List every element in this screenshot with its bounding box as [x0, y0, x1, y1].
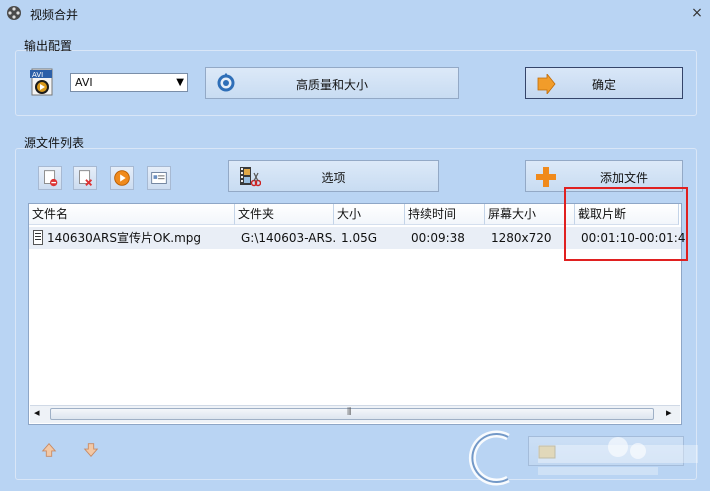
quality-size-button[interactable]: 高质量和大小: [205, 67, 459, 99]
site-watermark-logo: [468, 430, 698, 486]
film-reel-icon: [7, 6, 21, 20]
quality-size-label: 高质量和大小: [295, 78, 368, 92]
highlight-box: [564, 187, 688, 261]
doc-delete-icon: [79, 170, 93, 186]
horizontal-scrollbar[interactable]: ◂ ⦀ ▸: [30, 405, 680, 423]
clear-list-button[interactable]: [73, 166, 97, 190]
move-up-button[interactable]: [38, 441, 60, 463]
column-header-folder[interactable]: 文件夹: [235, 204, 334, 225]
source-list-label: 源文件列表: [24, 136, 85, 150]
plus-icon: [536, 167, 556, 187]
column-header-name[interactable]: 文件名: [29, 204, 235, 225]
close-button[interactable]: ×: [688, 4, 706, 22]
scrollbar-grip: ⦀: [347, 407, 352, 418]
confirm-label: 确定: [591, 78, 616, 92]
format-select[interactable]: AVI ▼: [70, 73, 188, 92]
cell-file-name: 140630ARS宣传片OK.mpg: [47, 231, 202, 245]
file-info-button[interactable]: [147, 166, 171, 190]
output-config-label: 输出配置: [24, 39, 73, 53]
info-card-icon: [151, 172, 167, 184]
cell-folder: G:\140603-ARS...: [241, 231, 337, 245]
arrow-down-icon: [83, 443, 99, 457]
column-header-resolution[interactable]: 屏幕大小: [485, 204, 575, 225]
scroll-left-arrow[interactable]: ◂: [34, 406, 40, 419]
column-header-size[interactable]: 大小: [334, 204, 405, 225]
svg-text:AVI: AVI: [32, 71, 43, 79]
remove-file-button[interactable]: [38, 166, 62, 190]
play-preview-button[interactable]: [110, 166, 134, 190]
chevron-down-icon: ▼: [176, 77, 184, 88]
scroll-right-arrow[interactable]: ▸: [666, 406, 672, 419]
column-header-duration[interactable]: 持续时间: [405, 204, 485, 225]
confirm-button[interactable]: 确定: [525, 67, 683, 99]
scrollbar-thumb[interactable]: ⦀: [50, 407, 654, 420]
cell-duration: 00:09:38: [411, 231, 465, 245]
play-icon: [114, 170, 130, 186]
move-down-button[interactable]: [80, 441, 102, 463]
format-select-value: AVI: [75, 76, 93, 89]
window-title: 视频合并: [30, 8, 79, 22]
title-bar: 视频合并 ×: [0, 0, 710, 26]
video-file-icon: [33, 230, 43, 245]
avi-format-icon: AVI: [30, 68, 53, 96]
add-file-label: 添加文件: [599, 171, 648, 185]
options-button[interactable]: 选项: [228, 160, 439, 192]
arrow-up-icon: [41, 443, 57, 457]
doc-remove-icon: [44, 170, 58, 187]
options-label: 选项: [321, 171, 346, 185]
cell-size: 1.05G: [341, 231, 378, 245]
